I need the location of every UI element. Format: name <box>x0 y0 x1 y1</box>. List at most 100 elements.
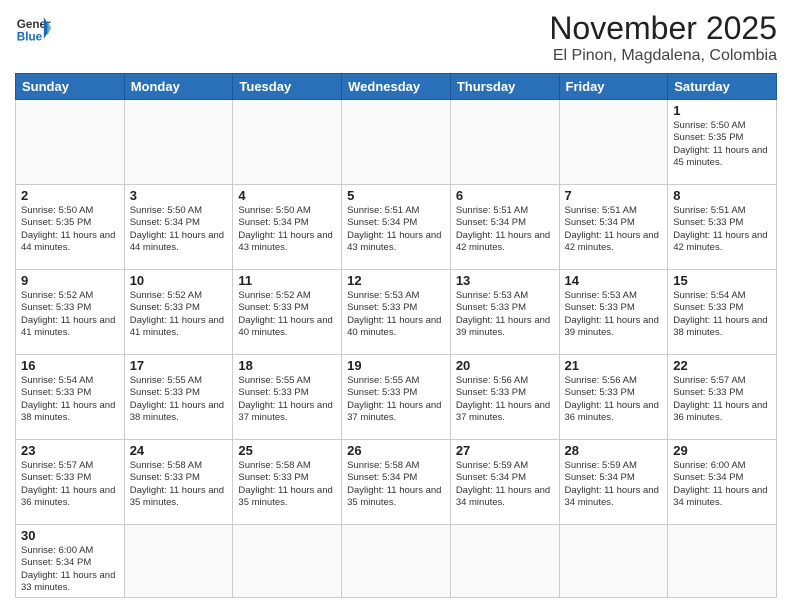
calendar-cell: 19Sunrise: 5:55 AMSunset: 5:33 PMDayligh… <box>342 355 451 440</box>
calendar-cell: 16Sunrise: 5:54 AMSunset: 5:33 PMDayligh… <box>16 355 125 440</box>
day-number: 21 <box>565 358 663 373</box>
day-info: Sunrise: 5:54 AMSunset: 5:33 PMDaylight:… <box>673 290 771 339</box>
calendar-cell <box>124 525 233 598</box>
day-info: Sunrise: 5:52 AMSunset: 5:33 PMDaylight:… <box>130 290 228 339</box>
day-number: 27 <box>456 443 554 458</box>
day-number: 29 <box>673 443 771 458</box>
day-number: 7 <box>565 188 663 203</box>
day-info: Sunrise: 6:00 AMSunset: 5:34 PMDaylight:… <box>21 545 119 594</box>
calendar-cell: 15 Sunrise: 5:54 AMSunset: 5:33 PMDayligh… <box>668 270 777 355</box>
calendar-cell <box>668 525 777 598</box>
day-info: Sunrise: 5:50 AMSunset: 5:34 PMDaylight:… <box>238 205 336 254</box>
header-thursday: Thursday <box>450 74 559 100</box>
header-wednesday: Wednesday <box>342 74 451 100</box>
day-info: Sunrise: 5:55 AMSunset: 5:33 PMDaylight:… <box>130 375 228 424</box>
calendar-cell: 14 Sunrise: 5:53 AMSunset: 5:33 PMDayligh… <box>559 270 668 355</box>
day-info: Sunrise: 5:51 AMSunset: 5:34 PMDaylight:… <box>456 205 554 254</box>
calendar-cell: 25Sunrise: 5:58 AMSunset: 5:33 PMDayligh… <box>233 440 342 525</box>
main-title: November 2025 <box>549 10 777 47</box>
calendar-cell: 30Sunrise: 6:00 AMSunset: 5:34 PMDayligh… <box>16 525 125 598</box>
logo-icon: General Blue <box>15 10 51 46</box>
calendar-cell: 3 Sunrise: 5:50 AMSunset: 5:34 PMDaylight… <box>124 185 233 270</box>
calendar-cell: 27 Sunrise: 5:59 AMSunset: 5:34 PMDayligh… <box>450 440 559 525</box>
day-number: 3 <box>130 188 228 203</box>
calendar-cell: 7Sunrise: 5:51 AMSunset: 5:34 PMDaylight… <box>559 185 668 270</box>
day-number: 11 <box>238 273 336 288</box>
day-number: 20 <box>456 358 554 373</box>
calendar-cell: 8 Sunrise: 5:51 AMSunset: 5:33 PMDaylight… <box>668 185 777 270</box>
calendar-cell: 11Sunrise: 5:52 AMSunset: 5:33 PMDayligh… <box>233 270 342 355</box>
calendar-row: 16Sunrise: 5:54 AMSunset: 5:33 PMDayligh… <box>16 355 777 440</box>
day-info: Sunrise: 5:51 AMSunset: 5:33 PMDaylight:… <box>673 205 771 254</box>
calendar-cell: 9 Sunrise: 5:52 AMSunset: 5:33 PMDaylight… <box>16 270 125 355</box>
day-info: Sunrise: 5:51 AMSunset: 5:34 PMDaylight:… <box>347 205 445 254</box>
calendar-cell <box>342 525 451 598</box>
day-info: Sunrise: 5:56 AMSunset: 5:33 PMDaylight:… <box>456 375 554 424</box>
day-info: Sunrise: 5:50 AMSunset: 5:34 PMDaylight:… <box>130 205 228 254</box>
day-info: Sunrise: 5:56 AMSunset: 5:33 PMDaylight:… <box>565 375 663 424</box>
day-number: 24 <box>130 443 228 458</box>
day-info: Sunrise: 5:50 AMSunset: 5:35 PMDaylight:… <box>673 120 771 169</box>
calendar-cell <box>124 100 233 185</box>
calendar-cell: 28 Sunrise: 5:59 AMSunset: 5:34 PMDayligh… <box>559 440 668 525</box>
day-number: 4 <box>238 188 336 203</box>
calendar-cell <box>450 100 559 185</box>
day-number: 13 <box>456 273 554 288</box>
calendar-cell <box>342 100 451 185</box>
subtitle: El Pinon, Magdalena, Colombia <box>549 47 777 65</box>
day-number: 28 <box>565 443 663 458</box>
day-info: Sunrise: 5:55 AMSunset: 5:33 PMDaylight:… <box>347 375 445 424</box>
day-number: 18 <box>238 358 336 373</box>
calendar-cell <box>559 525 668 598</box>
calendar-cell: 13 Sunrise: 5:53 AMSunset: 5:33 PMDayligh… <box>450 270 559 355</box>
day-info: Sunrise: 5:58 AMSunset: 5:33 PMDaylight:… <box>238 460 336 509</box>
day-info: Sunrise: 5:53 AMSunset: 5:33 PMDaylight:… <box>456 290 554 339</box>
title-block: November 2025 El Pinon, Magdalena, Colom… <box>549 10 777 65</box>
day-number: 12 <box>347 273 445 288</box>
calendar-row: 30Sunrise: 6:00 AMSunset: 5:34 PMDayligh… <box>16 525 777 598</box>
day-info: Sunrise: 5:58 AMSunset: 5:34 PMDaylight:… <box>347 460 445 509</box>
day-number: 15 <box>673 273 771 288</box>
calendar-cell: 22Sunrise: 5:57 AMSunset: 5:33 PMDayligh… <box>668 355 777 440</box>
day-info: Sunrise: 5:50 AMSunset: 5:35 PMDaylight:… <box>21 205 119 254</box>
day-info: Sunrise: 5:57 AMSunset: 5:33 PMDaylight:… <box>21 460 119 509</box>
logo: General Blue <box>15 10 51 46</box>
header-sunday: Sunday <box>16 74 125 100</box>
day-info: Sunrise: 5:58 AMSunset: 5:33 PMDaylight:… <box>130 460 228 509</box>
day-number: 9 <box>21 273 119 288</box>
day-info: Sunrise: 5:59 AMSunset: 5:34 PMDaylight:… <box>565 460 663 509</box>
day-number: 26 <box>347 443 445 458</box>
calendar-cell: 23Sunrise: 5:57 AMSunset: 5:33 PMDayligh… <box>16 440 125 525</box>
day-info: Sunrise: 5:53 AMSunset: 5:33 PMDaylight:… <box>565 290 663 339</box>
day-number: 5 <box>347 188 445 203</box>
day-number: 10 <box>130 273 228 288</box>
header-monday: Monday <box>124 74 233 100</box>
calendar-cell: 29 Sunrise: 6:00 AMSunset: 5:34 PMDayligh… <box>668 440 777 525</box>
calendar-cell <box>233 525 342 598</box>
day-info: Sunrise: 6:00 AMSunset: 5:34 PMDaylight:… <box>673 460 771 509</box>
calendar-cell: 4 Sunrise: 5:50 AMSunset: 5:34 PMDaylight… <box>233 185 342 270</box>
calendar-cell: 6 Sunrise: 5:51 AMSunset: 5:34 PMDaylight… <box>450 185 559 270</box>
page: General Blue November 2025 El Pinon, Mag… <box>0 0 792 608</box>
day-info: Sunrise: 5:55 AMSunset: 5:33 PMDaylight:… <box>238 375 336 424</box>
calendar-row: 23Sunrise: 5:57 AMSunset: 5:33 PMDayligh… <box>16 440 777 525</box>
day-number: 6 <box>456 188 554 203</box>
day-number: 1 <box>673 103 771 118</box>
calendar-cell: 26 Sunrise: 5:58 AMSunset: 5:34 PMDayligh… <box>342 440 451 525</box>
calendar-row: 2 Sunrise: 5:50 AMSunset: 5:35 PMDaylight… <box>16 185 777 270</box>
calendar-cell: 20 Sunrise: 5:56 AMSunset: 5:33 PMDayligh… <box>450 355 559 440</box>
day-number: 8 <box>673 188 771 203</box>
day-number: 14 <box>565 273 663 288</box>
day-info: Sunrise: 5:54 AMSunset: 5:33 PMDaylight:… <box>21 375 119 424</box>
day-info: Sunrise: 5:52 AMSunset: 5:33 PMDaylight:… <box>21 290 119 339</box>
day-info: Sunrise: 5:59 AMSunset: 5:34 PMDaylight:… <box>456 460 554 509</box>
calendar-cell: 18 Sunrise: 5:55 AMSunset: 5:33 PMDayligh… <box>233 355 342 440</box>
day-number: 22 <box>673 358 771 373</box>
header-saturday: Saturday <box>668 74 777 100</box>
calendar-cell <box>233 100 342 185</box>
weekday-header-row: Sunday Monday Tuesday Wednesday Thursday… <box>16 74 777 100</box>
day-number: 2 <box>21 188 119 203</box>
calendar-cell: 10 Sunrise: 5:52 AMSunset: 5:33 PMDayligh… <box>124 270 233 355</box>
calendar-cell: 5 Sunrise: 5:51 AMSunset: 5:34 PMDaylight… <box>342 185 451 270</box>
calendar-cell <box>16 100 125 185</box>
